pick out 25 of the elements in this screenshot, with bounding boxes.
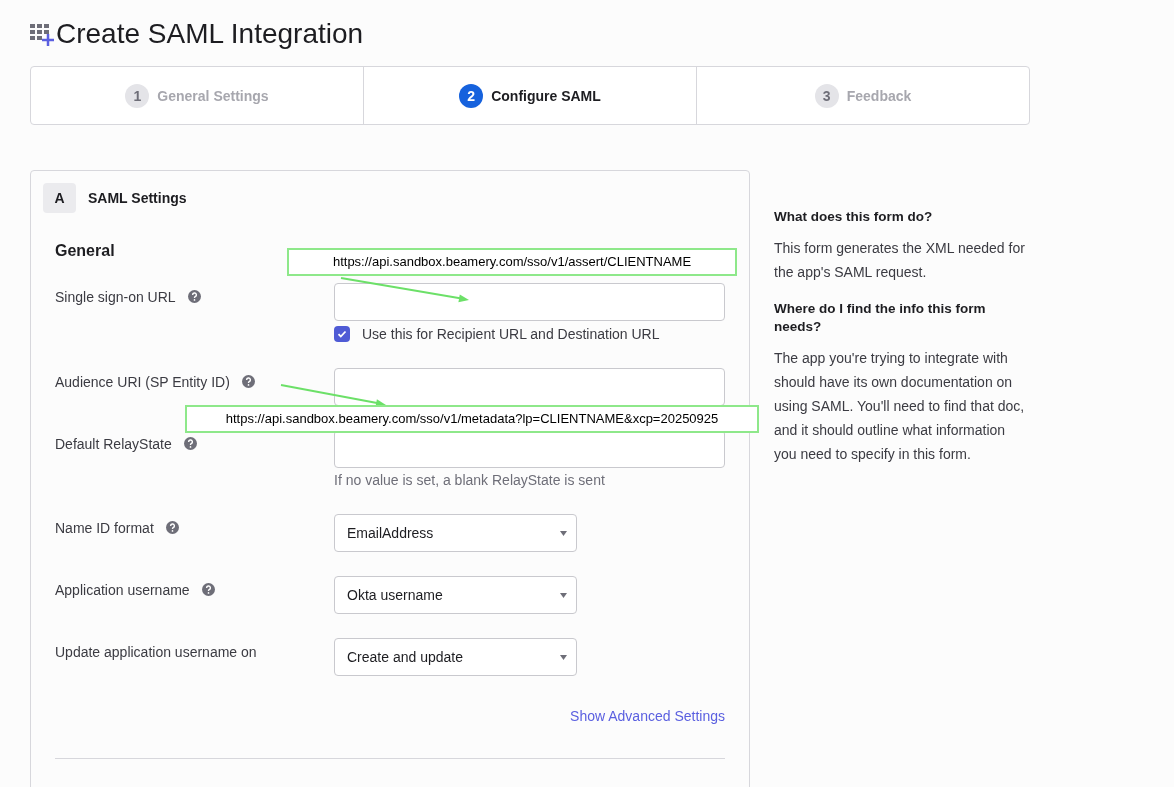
field-label: Name ID format <box>55 519 154 538</box>
help-heading: Where do I find the info this form needs? <box>774 300 987 336</box>
checkbox-label: Use this for Recipient URL and Destination URL <box>362 325 660 344</box>
section-letter: A <box>43 183 76 213</box>
page-title: Create SAML Integration <box>56 17 364 51</box>
field-label: Single sign-on URL <box>55 288 176 307</box>
field-hint: If no value is set, a blank RelayState is sent <box>334 471 606 490</box>
step-tab[interactable]: 3 Feedback <box>814 83 912 108</box>
url-tooltip: https://api.sandbox.beamery.com/sso/v1/metadata?lp=CLIENTNAME&xcp=20250925 <box>185 405 759 433</box>
help-heading: What does this form do? <box>774 208 934 226</box>
field-label: Audience URI (SP Entity ID) <box>55 373 230 392</box>
help-text: The app you're trying to integrate with should have its own documentation on using SAML. You'll need to find that doc, and it should outline what information you need to specify in this form. <box>774 349 1026 464</box>
step-tab[interactable]: 1 General Settings <box>125 83 269 108</box>
dropdown[interactable]: Create and update <box>334 638 577 676</box>
help-text: This form generates the XML needed for the app's SAML request. <box>774 239 1026 282</box>
dropdown[interactable]: EmailAddress <box>334 514 577 552</box>
section-title: SAML Settings <box>88 189 187 208</box>
group-heading: General <box>55 241 115 261</box>
field-label: Application username <box>55 581 190 600</box>
url-tooltip: https://api.sandbox.beamery.com/sso/v1/assert/CLIENTNAME <box>287 248 737 276</box>
field-label: Update application username on <box>55 643 257 662</box>
dropdown[interactable]: Okta username <box>334 576 577 614</box>
step-tab[interactable]: 2 Configure SAML <box>459 83 601 108</box>
field-label: Default RelayState <box>55 435 172 454</box>
show-advanced-settings-link[interactable]: Show Advanced Settings <box>570 706 725 726</box>
